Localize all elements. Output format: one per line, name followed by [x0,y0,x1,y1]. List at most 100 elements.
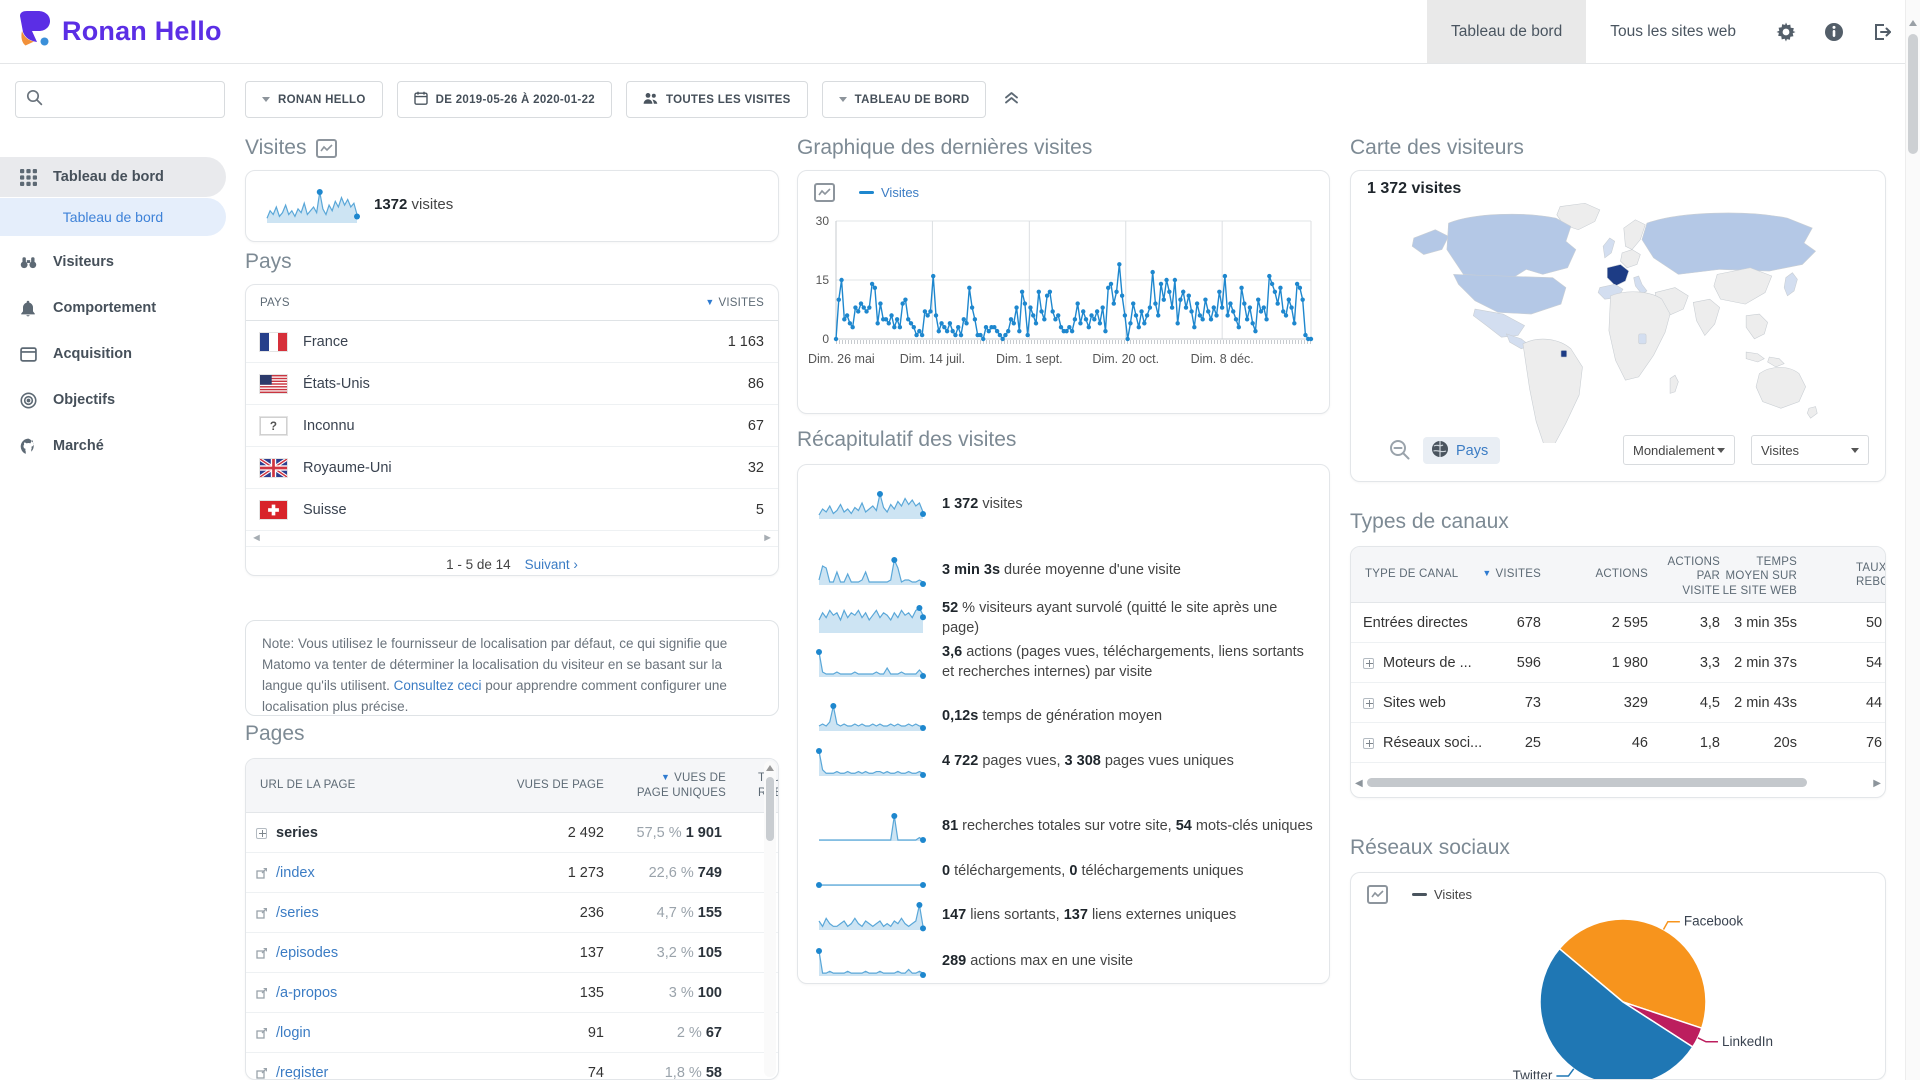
country-name: États-Unis [303,376,370,392]
zoom-out-icon[interactable] [1389,439,1411,461]
table-row[interactable]: series2 49257,5 % 1 901 [246,813,778,853]
external-link-icon[interactable] [256,948,267,959]
countries-col-header[interactable]: PAYS [260,297,290,309]
table-row[interactable]: États-Unis86 [246,363,778,405]
pie-label-facebook: Facebook [1684,914,1744,929]
page-name[interactable]: series [276,813,318,853]
table-row[interactable]: Royaume-Uni32 [246,447,778,489]
site-selector-button[interactable]: RONAN HELLO [245,81,383,118]
countries-hscroll[interactable]: ◄► [246,531,778,547]
sidebar-item-visiteurs[interactable]: Visiteurs [0,242,226,282]
info-icon[interactable] [1824,22,1844,42]
table-row[interactable]: /index1 27322,6 % 749 [246,853,778,893]
countries-card: PAYS ▼VISITES France1 163États-Unis86?In… [245,284,779,576]
channel-time-header[interactable]: TEMPS MOYEN SUR LE SITE WEB [1717,555,1797,598]
pagination-next-link[interactable]: Suivant › [525,557,578,572]
caret-down-icon [839,97,847,102]
sparkline-chart [816,647,926,679]
table-row[interactable]: /register741,8 % 58 [246,1053,778,1080]
flag-ch-icon [260,501,287,519]
date-range-button[interactable]: DE 2019-05-26 À 2020-01-22 [397,81,612,118]
page-scrollbar[interactable] [1905,0,1920,1080]
chart-legend[interactable]: Visites [859,185,919,200]
sidebar-item-objectifs[interactable]: Objectifs [0,380,226,420]
unique-views-col-header[interactable]: ▼VUES DE PAGE UNIQUES [626,771,726,801]
channel-col-header[interactable]: TYPE DE CANAL [1365,568,1458,580]
table-row[interactable]: Sites web733294,52 min 43s44 % [1351,683,1885,723]
social-pie-chart[interactable]: FacebookLinkedInTwitter [1351,873,1886,1080]
pages-card: URL DE LA PAGE VUES DE PAGE ▼VUES DE PAG… [245,758,779,1080]
segment-button[interactable]: TOUTES LES VISITES [626,81,808,118]
channel-visits-header[interactable]: ▼VISITES [1461,568,1541,580]
map-metric-select[interactable]: Visites [1751,435,1869,465]
location-note: Note: Vous utilisez le fournisseur de lo… [245,620,779,716]
region-mode-button[interactable]: Pays [1423,437,1500,464]
sidebar-item-label: Objectifs [53,392,115,408]
page-url-link[interactable]: /episodes [276,933,338,973]
sparkline-chart [816,856,926,888]
summary-text: 3 min 3s durée moyenne d'une visite [942,561,1181,581]
export-icon[interactable] [316,139,337,158]
tab-tous-les-sites-web[interactable]: Tous les sites web [1586,0,1760,63]
visits-overview-card: 1372 visites [245,170,779,242]
table-row[interactable]: /episodes1373,2 % 105 [246,933,778,973]
table-row[interactable]: /login912 % 67 [246,1013,778,1053]
sidebar-item-marche[interactable]: Marché [0,426,226,466]
external-link-icon[interactable] [256,868,267,879]
map-region-select[interactable]: Mondialement [1623,435,1735,465]
scroll-up-icon[interactable] [1909,20,1917,26]
date-range-label: DE 2019-05-26 À 2020-01-22 [436,94,595,106]
consultez-ceci-link[interactable]: Consultez ceci [394,678,482,693]
sidebar-item-acquisition[interactable]: Acquisition [0,334,226,374]
dashboard-selector-button[interactable]: TABLEAU DE BORD [822,81,987,118]
table-row[interactable]: Réseaux soci...25461,820s76 % [1351,723,1885,763]
channel-bounce-header[interactable]: TAUX DE REBOND [1856,561,1886,590]
external-link-icon[interactable] [256,1028,267,1039]
table-row[interactable]: Moteurs de ...5961 9803,32 min 37s54 % [1351,643,1885,683]
external-link-icon[interactable] [256,908,267,919]
logout-icon[interactable] [1872,22,1892,42]
channel-apv-header[interactable]: ACTIONS PAR VISITE [1660,555,1720,598]
logo-mark-icon [16,10,52,53]
sidebar-item-label: Visiteurs [53,254,114,270]
page-url-link[interactable]: /a-propos [276,973,337,1013]
search-icon [26,89,43,111]
caret-down-icon [1717,448,1725,453]
page-url-link[interactable]: /register [276,1053,328,1080]
external-link-icon[interactable] [256,988,267,999]
scrollbar-thumb[interactable] [1908,34,1918,154]
world-map[interactable] [1357,195,1879,443]
table-row[interactable]: Suisse5 [246,489,778,531]
pages-vscroll[interactable] [764,761,776,1077]
table-row[interactable]: Entrées directes6782 5953,83 min 35s50 % [1351,603,1885,643]
external-link-icon[interactable] [256,1068,267,1079]
page-url-link[interactable]: /index [276,853,315,893]
sidebar-subitem-label: Tableau de bord [63,209,163,225]
page-url-link[interactable]: /series [276,893,319,933]
expand-icon[interactable] [256,828,267,839]
sparkline-chart [816,555,926,587]
region-mode-label: Pays [1456,443,1488,459]
sidebar-item-comportement[interactable]: Comportement [0,288,226,328]
views-col-header[interactable]: VUES DE PAGE [517,779,604,791]
export-icon[interactable] [814,183,835,202]
sidebar-subitem-tableau-de-bord[interactable]: Tableau de bord [0,198,226,236]
table-row[interactable]: France1 163 [246,321,778,363]
visits-col-header[interactable]: ▼VISITES [705,297,764,309]
settings-icon[interactable] [1776,22,1796,42]
bell-icon [20,300,37,317]
tab-tableau-de-bord[interactable]: Tableau de bord [1427,0,1586,63]
target-icon [20,392,37,409]
table-row[interactable]: ?Inconnu67 [246,405,778,447]
url-col-header[interactable]: URL DE LA PAGE [260,779,355,791]
table-row[interactable]: /series2364,7 % 155 [246,893,778,933]
table-row[interactable]: /a-propos1353 % 100 [246,973,778,1013]
page-url-link[interactable]: /login [276,1013,311,1053]
search-input[interactable] [15,81,225,118]
channel-actions-header[interactable]: ACTIONS [1578,568,1648,580]
sidebar-item-tableau-de-bord[interactable]: Tableau de bord [0,157,226,197]
logo[interactable]: Ronan Hello [16,10,222,53]
collapse-toolbar-icon[interactable] [1004,90,1019,109]
visits-line-chart[interactable]: 30150Dim. 26 maiDim. 14 juil.Dim. 1 sept… [806,211,1323,407]
channels-hscroll[interactable]: ◀▶ [1355,776,1881,789]
